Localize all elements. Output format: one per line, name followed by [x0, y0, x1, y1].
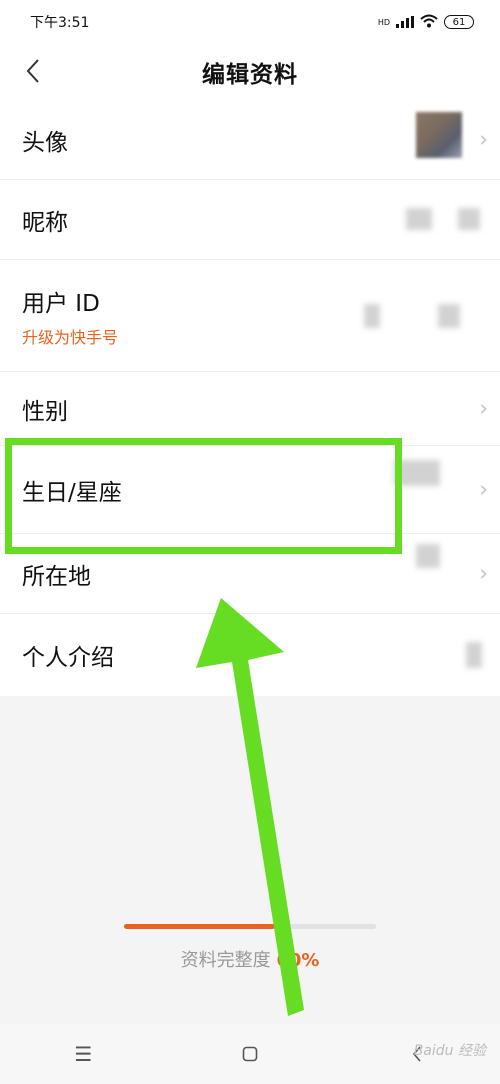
menu-button[interactable]: ☰: [53, 1034, 113, 1074]
row-label: 个人介绍: [22, 645, 114, 671]
chevron-right-icon: ›: [479, 561, 488, 586]
home-button[interactable]: [220, 1034, 280, 1074]
row-nickname[interactable]: 昵称: [0, 180, 500, 260]
chevron-left-icon: [26, 59, 39, 83]
row-label: 所在地: [22, 563, 91, 590]
row-label: 用户 ID: [22, 290, 100, 317]
completeness-label: 资料完整度: [180, 950, 271, 971]
header: 编辑资料: [0, 44, 500, 100]
blurred-value: [466, 642, 482, 668]
row-user-id[interactable]: 用户 ID 升级为快手号: [0, 260, 500, 372]
page-title: 编辑资料: [202, 62, 298, 88]
status-icons: HD 61: [378, 14, 474, 31]
square-icon: [242, 1046, 258, 1062]
blurred-value: [394, 460, 440, 486]
status-bar: 下午3:51 HD 61: [0, 0, 500, 44]
row-birthday[interactable]: 生日/星座 ›: [0, 446, 500, 534]
blurred-value: [406, 208, 432, 230]
row-location[interactable]: 所在地 ›: [0, 534, 500, 614]
watermark: Baidu 经验: [413, 1043, 486, 1059]
row-label: 昵称: [22, 209, 68, 236]
blurred-value: [416, 544, 440, 568]
bottom-area: [0, 696, 500, 1024]
avatar: [416, 112, 462, 158]
upgrade-link[interactable]: 升级为快手号: [22, 324, 118, 348]
row-avatar[interactable]: 头像 ›: [0, 100, 500, 180]
chevron-right-icon: ›: [479, 477, 488, 502]
completeness-text: 资料完整度 60%: [0, 946, 500, 972]
row-gender[interactable]: 性别 ›: [0, 372, 500, 446]
status-time: 下午3:51: [30, 15, 90, 31]
back-button[interactable]: [18, 56, 48, 86]
blurred-value: [364, 304, 380, 328]
chevron-right-icon: ›: [479, 396, 488, 421]
menu-icon: ☰: [74, 1042, 93, 1066]
row-label: 生日/星座: [22, 479, 122, 506]
blurred-value: [438, 304, 460, 328]
progress-fill: [124, 924, 276, 929]
row-label: 性别: [22, 398, 68, 425]
row-bio[interactable]: 个人介绍: [0, 614, 500, 696]
completeness-progress-bar: [124, 924, 376, 929]
chevron-right-icon: ›: [479, 127, 488, 152]
completeness-percent: 60%: [276, 950, 320, 971]
wifi-icon: [420, 14, 438, 31]
profile-list: 头像 › 昵称 用户 ID 升级为快手号 性别 › 生日/星座 › 所在地 › …: [0, 100, 500, 696]
row-label: 头像: [22, 129, 68, 156]
signal-icon: [396, 16, 414, 28]
battery-level: 61: [452, 16, 466, 28]
blurred-value: [458, 208, 480, 230]
battery-icon: 61: [444, 15, 474, 29]
hd-label: HD: [377, 17, 390, 27]
